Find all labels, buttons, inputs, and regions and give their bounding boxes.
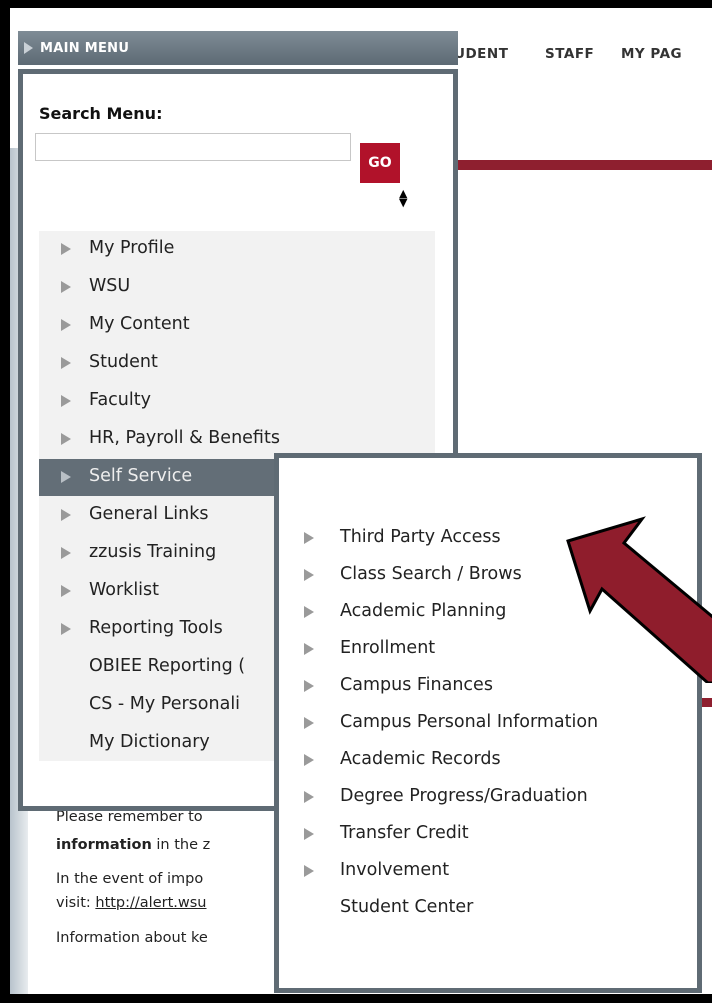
- menu-item-label: HR, Payroll & Benefits: [89, 428, 280, 448]
- menu-item[interactable]: My Content: [39, 307, 435, 344]
- expand-triangle-icon: [304, 791, 314, 803]
- expand-triangle-icon: [304, 532, 314, 544]
- menu-item-label: CS - My Personali: [89, 694, 241, 714]
- expand-triangle-icon: [304, 717, 314, 729]
- submenu-item-label: Involvement: [340, 860, 450, 880]
- submenu-item-label: Student Center: [340, 897, 474, 917]
- go-button[interactable]: GO: [360, 143, 400, 183]
- main-menu-bar[interactable]: MAIN MENU: [18, 31, 458, 65]
- content-text: in the z: [151, 837, 211, 853]
- menu-item-label: Worklist: [89, 580, 160, 600]
- alert-link[interactable]: http://alert.wsu: [95, 895, 206, 911]
- menu-item[interactable]: Faculty: [39, 383, 435, 420]
- submenu-item-label: Campus Personal Information: [340, 712, 599, 732]
- content-line-5: Information about ke: [56, 930, 208, 946]
- menu-item[interactable]: Student: [39, 345, 435, 382]
- menu-triangle-icon: [24, 42, 33, 54]
- menu-item-label: OBIEE Reporting (: [89, 656, 246, 676]
- header-red-bar: [440, 160, 712, 170]
- expand-triangle-icon: [61, 471, 71, 483]
- submenu-item-label: Campus Finances: [340, 675, 493, 695]
- menu-item-label: zzusis Training: [89, 542, 217, 562]
- expand-triangle-icon: [61, 281, 71, 293]
- expand-triangle-icon: [304, 865, 314, 877]
- menu-item-label: My Dictionary: [89, 732, 210, 752]
- content-line-2: information in the z: [56, 837, 210, 853]
- expand-triangle-icon: [304, 569, 314, 581]
- expand-triangle-icon: [304, 754, 314, 766]
- content-text: In the event of impo: [56, 871, 204, 887]
- submenu-item[interactable]: Degree Progress/Graduation: [279, 779, 697, 816]
- content-line-3: In the event of impo: [56, 871, 203, 887]
- top-navigation: UDENT STAFF MY PAG: [430, 38, 712, 68]
- sort-updown-icon[interactable]: ▲ ▼: [399, 188, 407, 208]
- submenu-item[interactable]: Campus Personal Information: [279, 705, 697, 742]
- menu-item-label: Self Service: [89, 466, 193, 486]
- expand-triangle-icon: [61, 243, 71, 255]
- expand-triangle-icon: [61, 433, 71, 445]
- expand-triangle-icon: [61, 623, 71, 635]
- submenu-item-label: Enrollment: [340, 638, 436, 658]
- submenu-item-label: Transfer Credit: [340, 823, 469, 843]
- search-menu-input[interactable]: [35, 133, 351, 161]
- submenu-item-label: Degree Progress/Graduation: [340, 786, 588, 806]
- nav-student-link[interactable]: UDENT: [454, 46, 508, 62]
- expand-triangle-icon: [304, 606, 314, 618]
- expand-triangle-icon: [61, 547, 71, 559]
- menu-item-label: My Content: [89, 314, 190, 334]
- submenu-item-label: Class Search / Brows: [340, 564, 522, 584]
- content-text: Information about ke: [56, 930, 208, 946]
- submenu-item[interactable]: Transfer Credit: [279, 816, 697, 853]
- submenu-item-label: Third Party Access: [340, 527, 501, 547]
- expand-triangle-icon: [304, 828, 314, 840]
- pointer-arrow-icon: [566, 516, 712, 683]
- page-frame: UDENT STAFF MY PAG Please remember to in…: [10, 8, 712, 994]
- expand-triangle-icon: [61, 395, 71, 407]
- menu-item[interactable]: WSU: [39, 269, 435, 306]
- menu-item-label: General Links: [89, 504, 209, 524]
- expand-triangle-icon: [61, 319, 71, 331]
- content-line-1: Please remember to: [56, 809, 203, 825]
- menu-item-label: WSU: [89, 276, 131, 296]
- menu-item[interactable]: My Profile: [39, 231, 435, 268]
- menu-item-label: My Profile: [89, 238, 175, 258]
- nav-staff-link[interactable]: STAFF: [545, 46, 594, 62]
- menu-item-label: Student: [89, 352, 158, 372]
- content-text: Please remember to: [56, 809, 203, 825]
- content-text: visit:: [56, 895, 96, 911]
- expand-triangle-icon: [304, 680, 314, 692]
- expand-triangle-icon: [61, 357, 71, 369]
- submenu-item-label: Academic Records: [340, 749, 501, 769]
- submenu-item-label: Academic Planning: [340, 601, 507, 621]
- submenu-item[interactable]: Academic Records: [279, 742, 697, 779]
- search-menu-label: Search Menu:: [39, 104, 163, 123]
- main-menu-label: MAIN MENU: [40, 41, 130, 56]
- menu-item-label: Reporting Tools: [89, 618, 223, 638]
- expand-triangle-icon: [61, 509, 71, 521]
- content-line-4: visit: http://alert.wsu: [56, 895, 207, 911]
- menu-item-label: Faculty: [89, 390, 151, 410]
- submenu-item[interactable]: Student Center: [279, 890, 697, 927]
- content-bold-text: information: [56, 837, 152, 853]
- nav-my-page-link[interactable]: MY PAG: [621, 46, 682, 62]
- submenu-item[interactable]: Involvement: [279, 853, 697, 890]
- expand-triangle-icon: [61, 585, 71, 597]
- expand-triangle-icon: [304, 643, 314, 655]
- annotation-arrow: [566, 516, 712, 683]
